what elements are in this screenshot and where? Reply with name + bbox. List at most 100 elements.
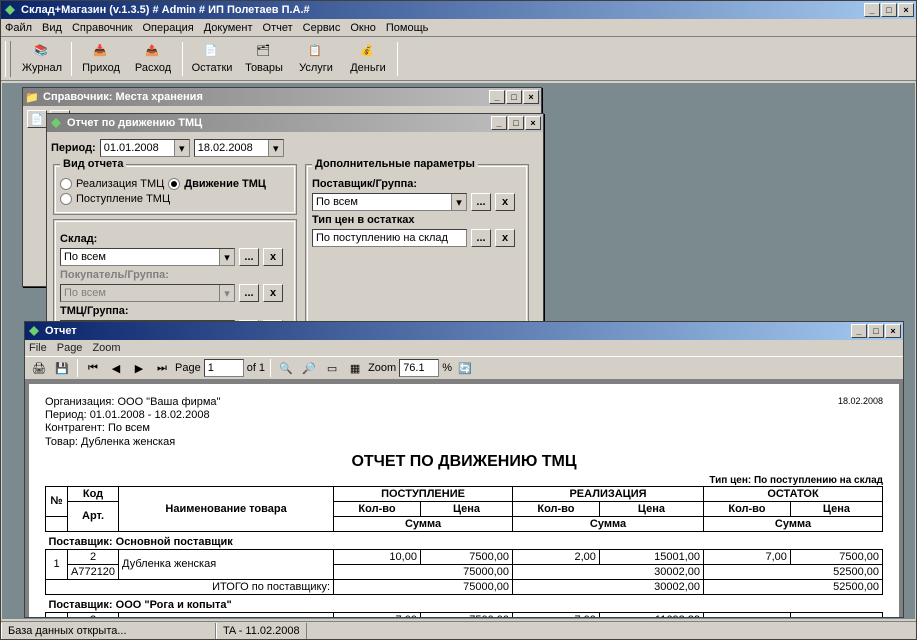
- menu-service[interactable]: Сервис: [303, 22, 341, 34]
- money-icon: 💰: [360, 44, 376, 60]
- report-params-titlebar[interactable]: Отчет по движению ТМЦ _ □ ×: [47, 114, 543, 132]
- status-date: TA - 11.02.2008: [216, 623, 307, 639]
- postav-input[interactable]: По всем▾: [312, 193, 467, 211]
- report-preview-window[interactable]: Отчет _ □ × File Page Zoom 🖨 💾 ⏮ ◀ ▶ ⏭: [24, 321, 904, 618]
- zoom-page-button[interactable]: ▦: [345, 358, 365, 378]
- rpt-date: 18.02.2008: [838, 396, 883, 449]
- menu-sprav[interactable]: Справочник: [72, 22, 133, 34]
- date-to-input[interactable]: 18.02.2008▾: [194, 139, 284, 157]
- pricetype-input[interactable]: По поступлению на склад: [312, 229, 467, 247]
- save-button[interactable]: 💾: [52, 358, 72, 378]
- rpt-period: Период: 01.01.2008 - 18.02.2008: [45, 409, 220, 422]
- first-page-button[interactable]: ⏮: [83, 358, 103, 378]
- pokup-input: По всем▾: [60, 284, 235, 302]
- postav-label: Поставщик/Группа:: [312, 178, 417, 190]
- params-close-button[interactable]: ×: [525, 116, 541, 130]
- report-title: Отчет: [45, 325, 851, 337]
- statusbar: База данных открыта... TA - 11.02.2008: [1, 621, 916, 639]
- report-body[interactable]: Организация: ООО "Ваша фирма" Период: 01…: [25, 380, 903, 617]
- period-label: Период:: [51, 142, 96, 154]
- diamond-icon: [27, 324, 41, 338]
- sprav-maximize-button[interactable]: □: [506, 90, 522, 104]
- radio-postuplenie[interactable]: Поступление ТМЦ: [60, 193, 170, 205]
- toolbar-ostatki[interactable]: 📄Остатки: [187, 40, 237, 78]
- tmc-label: ТМЦ/Группа:: [60, 305, 129, 317]
- chevron-down-icon[interactable]: ▾: [268, 140, 283, 156]
- sprav-new-button[interactable]: 📄: [27, 110, 47, 128]
- postav-clear-button[interactable]: x: [495, 193, 515, 211]
- sklad-browse-button[interactable]: ...: [239, 248, 259, 266]
- params-maximize-button[interactable]: □: [508, 116, 524, 130]
- report-menu-page[interactable]: Page: [57, 342, 83, 354]
- menu-view[interactable]: Вид: [42, 22, 62, 34]
- radio-realizaciya[interactable]: Реализация ТМЦ: [60, 178, 164, 190]
- services-icon: 📋: [308, 44, 324, 60]
- dop-legend: Дополнительные параметры: [312, 158, 478, 170]
- report-close-button[interactable]: ×: [885, 324, 901, 338]
- report-params-window[interactable]: Отчет по движению ТМЦ _ □ × Период: 01.0…: [46, 113, 544, 333]
- toolbar-prihod[interactable]: 📥Приход: [76, 40, 126, 78]
- menu-report[interactable]: Отчет: [263, 22, 293, 34]
- main-maximize-button[interactable]: □: [881, 3, 897, 17]
- params-minimize-button[interactable]: _: [491, 116, 507, 130]
- pricetype-clear-button[interactable]: x: [495, 229, 515, 247]
- main-window: Склад+Магазин (v.1.3.5) # Admin # ИП Пол…: [0, 0, 917, 640]
- sklad-clear-button[interactable]: x: [263, 248, 283, 266]
- in-icon: 📥: [93, 44, 109, 60]
- page-of: of 1: [247, 362, 265, 374]
- pokup-browse-button: ...: [239, 284, 259, 302]
- sprav-title: Справочник: Места хранения: [43, 91, 489, 103]
- zoom-in-button[interactable]: 🔍: [276, 358, 296, 378]
- pricetype-browse-button[interactable]: ...: [471, 229, 491, 247]
- menu-oper[interactable]: Операция: [142, 22, 193, 34]
- main-menubar: Файл Вид Справочник Операция Документ От…: [1, 19, 916, 37]
- toolbar-journal[interactable]: 📚Журнал: [17, 40, 67, 78]
- status-db: База данных открыта...: [1, 623, 216, 639]
- date-from-input[interactable]: 01.01.2008▾: [100, 139, 190, 157]
- table-row: 12Дубленка женская 10,007500,00 2,001500…: [46, 549, 883, 564]
- page-input[interactable]: [204, 359, 244, 377]
- refresh-button[interactable]: 🔄: [455, 358, 475, 378]
- toolbar-money[interactable]: 💰Деньги: [343, 40, 393, 78]
- zoom-fit-button[interactable]: ▭: [322, 358, 342, 378]
- main-titlebar[interactable]: Склад+Магазин (v.1.3.5) # Admin # ИП Пол…: [1, 1, 916, 19]
- print-button[interactable]: 🖨: [29, 358, 49, 378]
- toolbar-tovary[interactable]: 🗂Товары: [239, 40, 289, 78]
- main-close-button[interactable]: ×: [898, 3, 914, 17]
- zoom-out-button[interactable]: 🔎: [299, 358, 319, 378]
- sprav-minimize-button[interactable]: _: [489, 90, 505, 104]
- report-menu-zoom[interactable]: Zoom: [92, 342, 120, 354]
- next-page-button[interactable]: ▶: [129, 358, 149, 378]
- sklad-input[interactable]: По всем▾: [60, 248, 235, 266]
- chevron-down-icon[interactable]: ▾: [174, 140, 189, 156]
- postav-browse-button[interactable]: ...: [471, 193, 491, 211]
- menu-file[interactable]: Файл: [5, 22, 32, 34]
- rpt-pricetype: Тип цен: По поступлению на склад: [45, 475, 883, 486]
- report-maximize-button[interactable]: □: [868, 324, 884, 338]
- toolbar-uslugi[interactable]: 📋Услуги: [291, 40, 341, 78]
- report-minimize-button[interactable]: _: [851, 324, 867, 338]
- prev-page-button[interactable]: ◀: [106, 358, 126, 378]
- menu-doc[interactable]: Документ: [204, 22, 253, 34]
- radio-dvizhenie[interactable]: Движение ТМЦ: [168, 178, 266, 190]
- chevron-down-icon[interactable]: ▾: [219, 249, 234, 265]
- dop-params-group: Дополнительные параметры Поставщик/Групп…: [305, 164, 529, 344]
- main-toolbar: 📚Журнал 📥Приход 📤Расход 📄Остатки 🗂Товары…: [1, 37, 916, 81]
- report-titlebar[interactable]: Отчет _ □ ×: [25, 322, 903, 340]
- zoom-label: Zoom: [368, 362, 396, 374]
- sprav-titlebar[interactable]: 📁 Справочник: Места хранения _ □ ×: [23, 88, 541, 106]
- toolbar-rashod[interactable]: 📤Расход: [128, 40, 178, 78]
- last-page-button[interactable]: ⏭: [152, 358, 172, 378]
- main-minimize-button[interactable]: _: [864, 3, 880, 17]
- report-type-legend: Вид отчета: [60, 158, 126, 170]
- chevron-down-icon[interactable]: ▾: [451, 194, 466, 210]
- menu-window[interactable]: Окно: [350, 22, 376, 34]
- itogo-row: ИТОГО по поставщику: 75000,00 30002,00 5…: [46, 579, 883, 594]
- rpt-kontr: Контрагент: По всем: [45, 422, 220, 435]
- sprav-close-button[interactable]: ×: [523, 90, 539, 104]
- stock-icon: 📄: [204, 44, 220, 60]
- menu-help[interactable]: Помощь: [386, 22, 429, 34]
- zoom-input[interactable]: [399, 359, 439, 377]
- report-menu-file[interactable]: File: [29, 342, 47, 354]
- report-toolbar: 🖨 💾 ⏮ ◀ ▶ ⏭ Page of 1 🔍 🔎 ▭ ▦ Zoom % 🔄: [25, 356, 903, 380]
